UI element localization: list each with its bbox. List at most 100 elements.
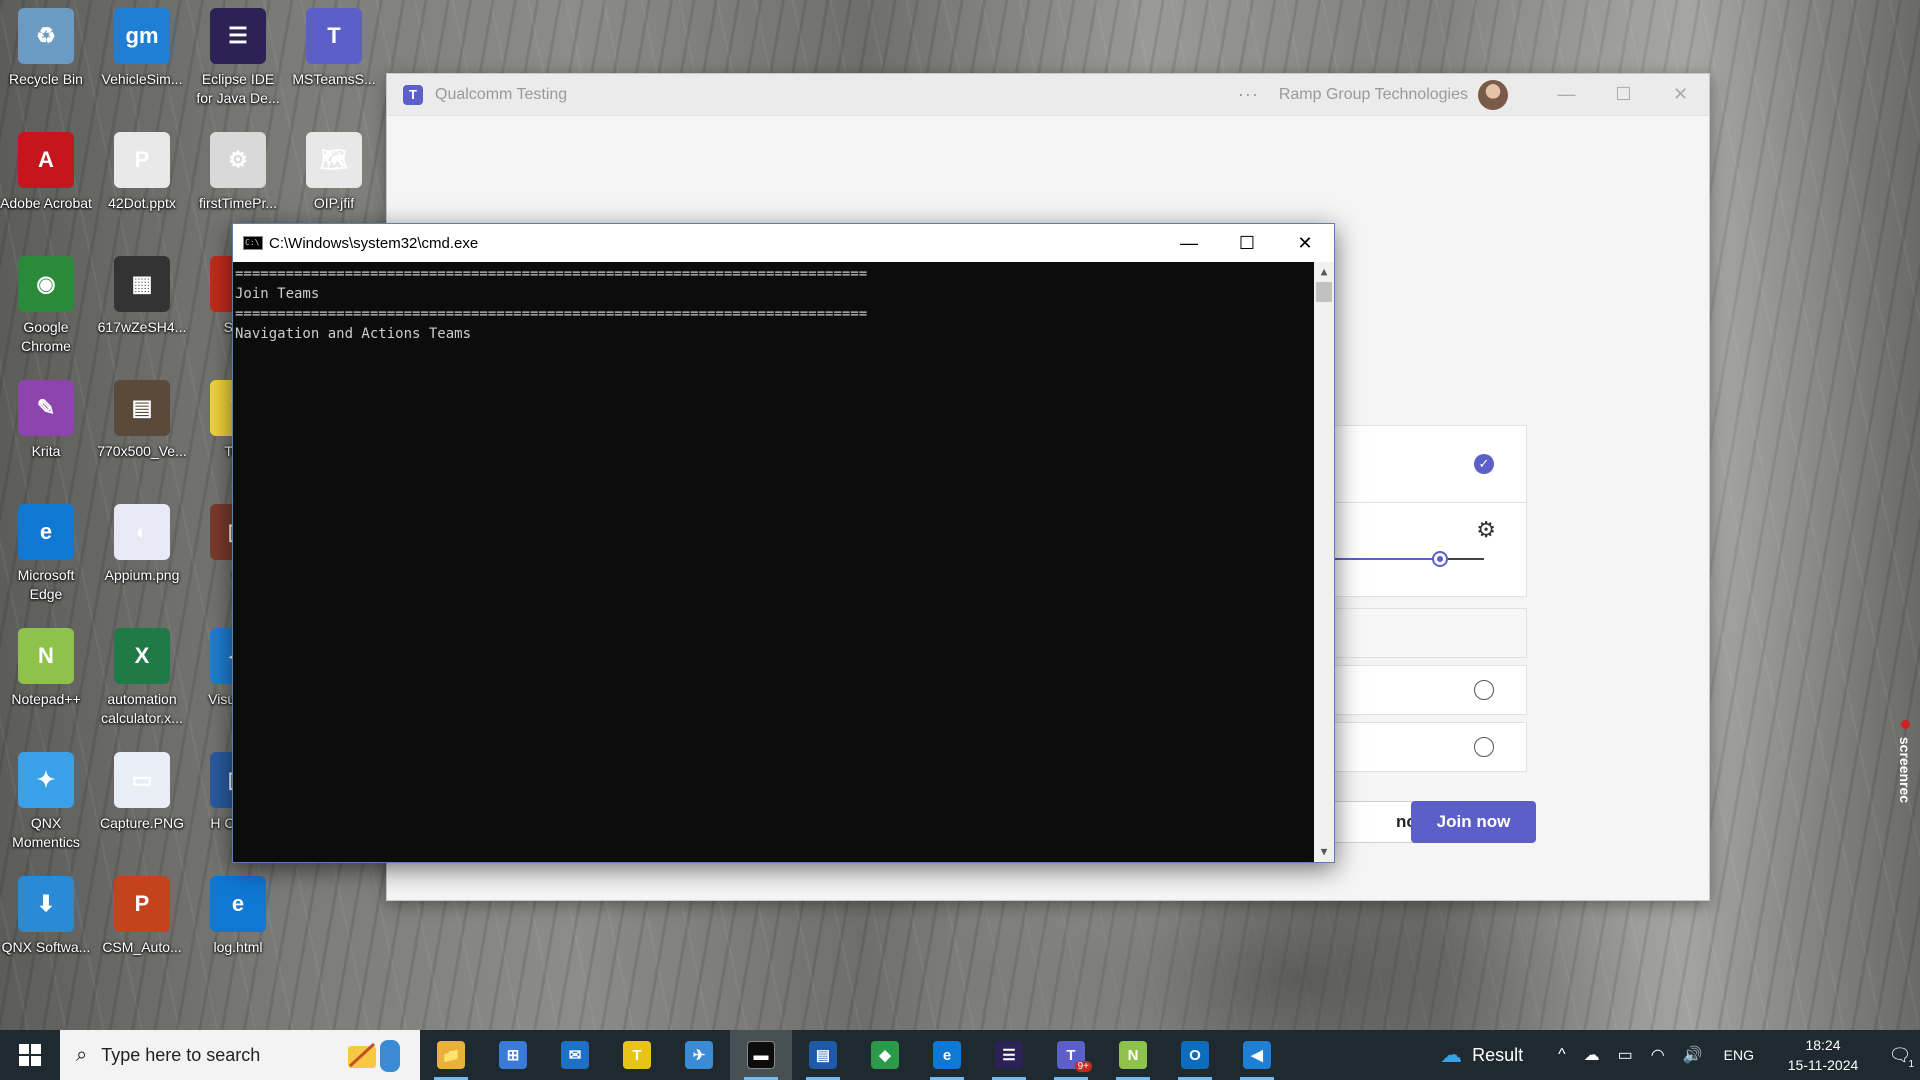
desktop-icon-recycle-bin[interactable]: ♻ Recycle Bin	[0, 0, 92, 118]
device-settings-icon[interactable]: ⚙	[1476, 517, 1496, 543]
taskbar-cmd-button[interactable]: ▬	[730, 1030, 792, 1080]
teams-window-title: Qualcomm Testing	[435, 85, 568, 103]
desktop-icon-pptx[interactable]: P 42Dot.pptx	[96, 124, 188, 242]
desktop-icon-chrome[interactable]: ◉ Google Chrome	[0, 248, 92, 366]
screenrec-widget[interactable]: screenrec	[1893, 720, 1913, 820]
taskbar-eclipse-button[interactable]: ☰	[978, 1030, 1040, 1080]
desktop-icon-label: QNX Momentics	[12, 815, 80, 850]
taskbar-vscode-button[interactable]: ◀	[1226, 1030, 1288, 1080]
notepadpp-icon: N	[18, 628, 74, 684]
teams-minimize-button[interactable]: —	[1538, 74, 1595, 116]
scroll-thumb[interactable]	[1316, 282, 1332, 302]
volume-icon[interactable]: 🔊	[1683, 1045, 1703, 1065]
taskbar-mail-icon: ✉	[561, 1041, 589, 1069]
gears-thumbnail: ⚙	[210, 132, 266, 188]
cmd-maximize-button[interactable]: ☐	[1218, 224, 1276, 262]
desktop-icon-label: 770x500_Ve...	[97, 443, 187, 459]
desktop-icon-image-thumbnail-2[interactable]: ▤ 770x500_Ve...	[96, 372, 188, 490]
taskbar-tera-button[interactable]: T	[606, 1030, 668, 1080]
taskbar-app-button[interactable]: ✈	[668, 1030, 730, 1080]
desktop-icon-image[interactable]: ▦ 617wZeSH4...	[96, 248, 188, 366]
taskbar-notepadpp-button[interactable]: N	[1102, 1030, 1164, 1080]
taskbar-android-studio-icon: ◆	[871, 1041, 899, 1069]
audio-option-radio-2[interactable]	[1474, 737, 1494, 757]
search-placeholder: Type here to search	[101, 1044, 261, 1065]
language-indicator[interactable]: ENG	[1724, 1047, 1754, 1063]
scroll-up-icon[interactable]: ▲	[1314, 262, 1334, 282]
desktop-icon-excel[interactable]: Xautomation calculator.x...	[96, 620, 188, 738]
cmd-titlebar[interactable]: C:\ C:\Windows\system32\cmd.exe — ☐ ✕	[233, 224, 1334, 262]
more-options-icon[interactable]: ···	[1238, 84, 1259, 105]
battery-icon[interactable]: ▭	[1618, 1045, 1633, 1065]
cmd-close-button[interactable]: ✕	[1276, 224, 1334, 262]
taskbar-vscode-icon: ◀	[1243, 1041, 1271, 1069]
weather-widget[interactable]: ☁ Result	[1440, 1042, 1523, 1068]
desktop-icon-label: CSM_Auto...	[102, 939, 182, 955]
teams-titlebar[interactable]: T Qualcomm Testing ··· Ramp Group Techno…	[387, 74, 1709, 116]
desktop-icon-acrobat[interactable]: A Adobe Acrobat	[0, 124, 92, 242]
taskbar-search-box[interactable]: ⌕ Type here to search	[60, 1030, 420, 1080]
desktop-icon-appium[interactable]: ◐ Appium.png	[96, 496, 188, 614]
desktop-icon-qnx-software[interactable]: ⬇ QNX Softwa...	[0, 868, 92, 986]
cmd-minimize-button[interactable]: —	[1160, 224, 1218, 262]
scroll-down-icon[interactable]: ▼	[1314, 842, 1334, 862]
taskbar: ⌕ Type here to search 📁 ⊞ ✉ T ✈ ▬ ▤ ◆ e ☰ T 9+ N O ◀ ☁…	[0, 1030, 1920, 1080]
onedrive-icon[interactable]: ☁	[1584, 1045, 1600, 1065]
desktop-icon-capture[interactable]: ▭ Capture.PNG	[96, 744, 188, 862]
console-line: Join Teams	[235, 286, 320, 302]
desktop-icon-gm[interactable]: gm VehicleSim...	[96, 0, 188, 118]
teams-maximize-button[interactable]: ☐	[1595, 74, 1652, 116]
audio-option-card-selected[interactable]: ✓	[1327, 425, 1527, 503]
audio-option-radio[interactable]	[1474, 680, 1494, 700]
start-button[interactable]	[0, 1030, 60, 1080]
image-thumbnail-2: ▤	[114, 380, 170, 436]
notification-count: 1	[1908, 1059, 1914, 1070]
wifi-icon[interactable]: ◠	[1651, 1045, 1665, 1065]
cmd-console[interactable]: ========================================…	[233, 262, 1334, 862]
desktop-icon-label: VehicleSim...	[101, 71, 183, 87]
desktop-icon-eclipse[interactable]: ☰ Eclipse IDE for Java De...	[192, 0, 284, 118]
desktop-icon-edge[interactable]: e Microsoft Edge	[0, 496, 92, 614]
taskbar-file-explorer-button[interactable]: 📁	[420, 1030, 482, 1080]
audio-settings-card[interactable]: ⚙	[1327, 502, 1527, 597]
desktop-icon-qnx-momentics[interactable]: ✦ QNX Momentics	[0, 744, 92, 862]
excel-icon: X	[114, 628, 170, 684]
org-name[interactable]: Ramp Group Technologies	[1279, 86, 1468, 104]
taskbar-notes-button[interactable]: ▤	[792, 1030, 854, 1080]
join-now-button[interactable]: Join now	[1411, 801, 1536, 843]
cmd-icon: C:\	[243, 236, 263, 250]
windows-logo-icon	[19, 1044, 41, 1066]
desktop-icon-teams[interactable]: T MSTeamsS...	[288, 0, 380, 118]
taskbar-android-studio-button[interactable]: ◆	[854, 1030, 916, 1080]
audio-option-card-disabled	[1327, 608, 1527, 658]
desktop-icon-pptx[interactable]: P CSM_Auto...	[96, 868, 188, 986]
cmd-scrollbar[interactable]: ▲ ▼	[1314, 262, 1334, 862]
taskbar-outlook-icon: O	[1181, 1041, 1209, 1069]
audio-option-card[interactable]	[1327, 665, 1527, 715]
taskbar-notepadpp-icon: N	[1119, 1041, 1147, 1069]
volume-slider-thumb[interactable]	[1432, 551, 1448, 567]
taskbar-edge-button[interactable]: e	[916, 1030, 978, 1080]
capture-thumbnail: ▭	[114, 752, 170, 808]
chrome-icon: ◉	[18, 256, 74, 312]
desktop-icon-edge-html[interactable]: e log.html	[192, 868, 284, 986]
notification-button[interactable]: 🗨 1	[1880, 1030, 1920, 1080]
record-dot-icon	[1900, 720, 1910, 729]
desktop-icon-krita[interactable]: ✎ Krita	[0, 372, 92, 490]
taskbar-teams-button[interactable]: T 9+	[1040, 1030, 1102, 1080]
clock[interactable]: 18:24 15-11-2024	[1778, 1035, 1868, 1075]
pptx-icon: P	[114, 876, 170, 932]
weather-text: Result	[1472, 1044, 1524, 1065]
avatar[interactable]	[1478, 79, 1508, 110]
cmd-window[interactable]: C:\ C:\Windows\system32\cmd.exe — ☐ ✕ ==…	[232, 223, 1335, 863]
taskbar-mail-button[interactable]: ✉	[544, 1030, 606, 1080]
desktop-icon-notepadpp[interactable]: N Notepad++	[0, 620, 92, 738]
teams-close-button[interactable]: ✕	[1652, 74, 1709, 116]
krita-icon: ✎	[18, 380, 74, 436]
qnx-momentics-icon: ✦	[18, 752, 74, 808]
taskbar-store-button[interactable]: ⊞	[482, 1030, 544, 1080]
taskbar-tera-icon: T	[623, 1041, 651, 1069]
audio-option-card-2[interactable]	[1327, 722, 1527, 772]
taskbar-outlook-button[interactable]: O	[1164, 1030, 1226, 1080]
show-hidden-icons-icon[interactable]: ^	[1558, 1046, 1566, 1064]
